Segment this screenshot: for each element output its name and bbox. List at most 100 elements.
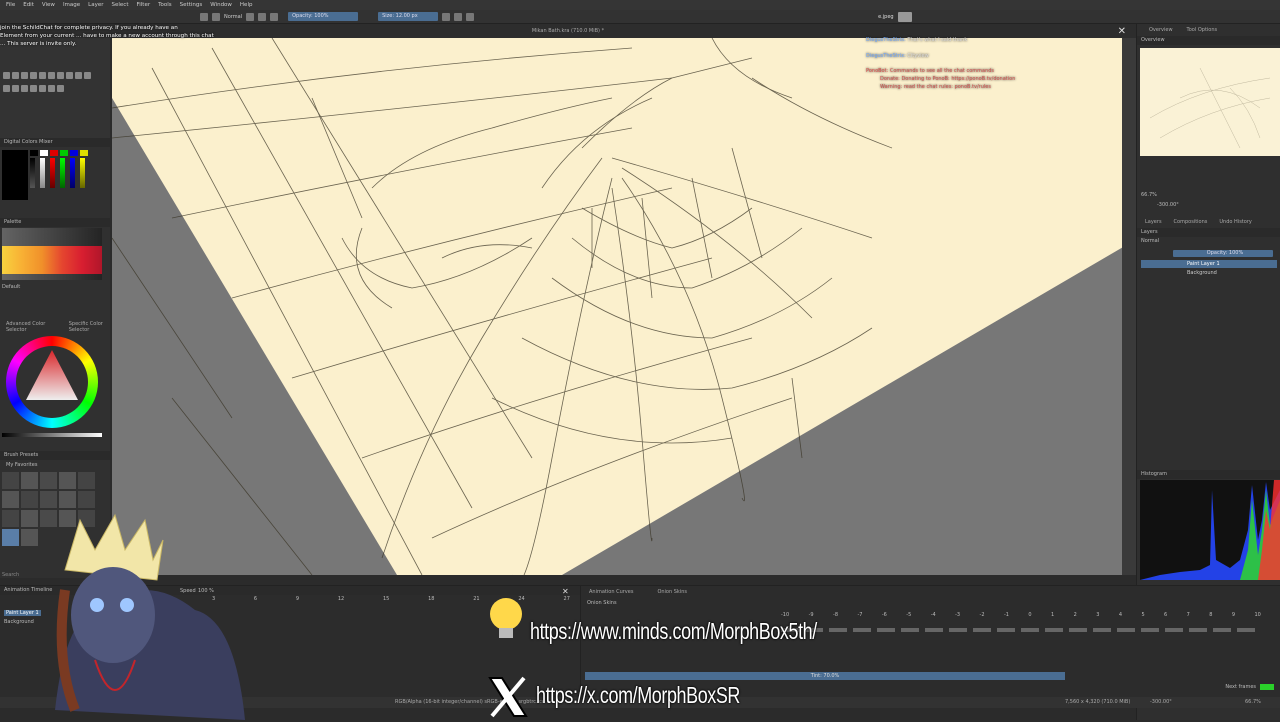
brush-preset[interactable] <box>21 510 38 527</box>
brush-preset[interactable] <box>21 529 38 546</box>
mirror-vertical-icon[interactable] <box>454 12 463 21</box>
reference-image-thumbnail[interactable] <box>897 11 912 22</box>
select-lasso-icon[interactable] <box>39 85 46 92</box>
tab-advanced-color-selector[interactable]: Advanced Color Selector <box>2 320 51 334</box>
size-slider[interactable]: Size: 12.00 px <box>378 12 439 21</box>
line-tool-icon[interactable] <box>12 72 19 79</box>
next-frames-color[interactable] <box>1260 684 1274 690</box>
menu-window[interactable]: Window <box>210 2 232 8</box>
brush-preset[interactable] <box>59 491 76 508</box>
tab-undo-history[interactable]: Undo History <box>1215 218 1255 226</box>
menu-tools[interactable]: Tools <box>158 2 172 8</box>
erase-icon[interactable] <box>246 12 255 21</box>
tint-slider[interactable]: Tint: 70.0% <box>585 672 1065 680</box>
mixer-swatch[interactable] <box>40 150 48 156</box>
ellipse-tool-icon[interactable] <box>30 72 37 79</box>
sketch-canvas[interactable] <box>112 38 1130 575</box>
mixer-slider[interactable] <box>40 158 45 188</box>
tab-compositions[interactable]: Compositions <box>1170 218 1212 226</box>
select-ellipse-icon[interactable] <box>30 85 37 92</box>
menu-image[interactable]: Image <box>63 2 80 8</box>
mixer-slider[interactable] <box>50 158 55 188</box>
brush-search-field[interactable]: Search <box>2 572 19 578</box>
brush-preset[interactable] <box>2 491 19 508</box>
tab-animation-curves[interactable]: Animation Curves <box>585 588 637 596</box>
menu-select[interactable]: Select <box>112 2 129 8</box>
tab-onion-skins[interactable]: Onion Skins <box>653 588 691 596</box>
menu-help[interactable]: Help <box>240 2 253 8</box>
gradient-icon[interactable] <box>212 12 220 21</box>
select-rect-icon[interactable] <box>21 85 28 92</box>
brush-preset-icon[interactable] <box>200 12 208 21</box>
mixer-slider[interactable] <box>30 158 35 188</box>
opacity-slider[interactable]: Opacity: 100% <box>288 12 359 21</box>
color-wheel[interactable] <box>6 336 98 428</box>
polygon-tool-icon[interactable] <box>39 72 46 79</box>
status-rotation[interactable]: -300.00° <box>1150 697 1172 708</box>
mixer-current-color[interactable] <box>2 150 28 200</box>
mixer-swatch[interactable] <box>50 150 58 156</box>
brush-preset[interactable] <box>40 491 57 508</box>
rectangle-tool-icon[interactable] <box>21 72 28 79</box>
layer-row[interactable]: Background <box>1141 269 1277 277</box>
pan-tool-icon[interactable] <box>57 85 64 92</box>
layer-opacity-slider[interactable]: Opacity: 100% <box>1173 250 1273 257</box>
close-timeline-icon[interactable]: ✕ <box>562 587 569 596</box>
menu-layer[interactable]: Layer <box>88 2 103 8</box>
mixer-slider[interactable] <box>80 158 85 188</box>
overview-rotation[interactable]: -300.00° <box>1157 202 1179 208</box>
brush-preset[interactable] <box>21 472 38 489</box>
picker-tool-icon[interactable] <box>12 85 19 92</box>
tab-specific-color-selector[interactable]: Specific Color Selector <box>65 320 110 334</box>
status-zoom[interactable]: 66.7% <box>1245 697 1261 708</box>
fill-tool-icon[interactable] <box>3 85 10 92</box>
wrap-icon[interactable] <box>466 12 475 21</box>
blend-mode-select[interactable]: Normal <box>224 14 242 20</box>
transform-tool-icon[interactable] <box>66 72 73 79</box>
brush-preset[interactable] <box>59 472 76 489</box>
brush-preset[interactable] <box>78 472 95 489</box>
zoom-tool-icon[interactable] <box>48 85 55 92</box>
color-triangle[interactable] <box>22 346 82 408</box>
menu-view[interactable]: View <box>42 2 55 8</box>
minds-link[interactable]: https://www.minds.com/MorphBox5th/ <box>530 618 817 645</box>
mixer-slider[interactable] <box>70 158 75 188</box>
brush-preset[interactable] <box>2 529 19 546</box>
x-link[interactable]: https://x.com/MorphBoxSR <box>536 682 740 709</box>
canvas-area[interactable] <box>112 38 1130 575</box>
path-tool-icon[interactable] <box>48 72 55 79</box>
mixer-slider[interactable] <box>60 158 65 188</box>
brush-preset[interactable] <box>40 472 57 489</box>
canvas-scrollbar[interactable] <box>1122 38 1130 575</box>
brush-preset[interactable] <box>78 491 95 508</box>
overview-zoom[interactable]: 66.7% <box>1141 192 1157 198</box>
text-tool-icon[interactable] <box>57 72 64 79</box>
brush-tool-icon[interactable] <box>3 72 10 79</box>
timeline-layer[interactable]: Paint Layer 1 <box>4 610 41 616</box>
crop-tool-icon[interactable] <box>84 72 91 79</box>
menu-edit[interactable]: Edit <box>23 2 34 8</box>
menu-filter[interactable]: Filter <box>136 2 150 8</box>
mixer-swatch[interactable] <box>30 150 38 156</box>
overview-thumbnail[interactable] <box>1140 48 1280 156</box>
move-tool-icon[interactable] <box>75 72 82 79</box>
menu-settings[interactable]: Settings <box>180 2 203 8</box>
mixer-swatch[interactable] <box>70 150 78 156</box>
brush-preset[interactable] <box>21 491 38 508</box>
brush-tag-select[interactable]: My Favorites <box>6 462 37 468</box>
timeline-layer[interactable]: Background <box>4 619 34 625</box>
mixer-swatch[interactable] <box>80 150 88 156</box>
mirror-horizontal-icon[interactable] <box>442 12 451 21</box>
palette-swatches[interactable] <box>2 246 102 274</box>
tab-overview[interactable]: Overview <box>1145 26 1177 34</box>
brush-preset[interactable] <box>2 472 19 489</box>
preserve-alpha-icon[interactable] <box>258 12 267 21</box>
layer-row-active[interactable]: Paint Layer 1 <box>1141 260 1277 268</box>
onion-opacity-bars[interactable] <box>781 628 1261 632</box>
menu-file[interactable]: File <box>6 2 15 8</box>
mixer-swatch[interactable] <box>60 150 68 156</box>
value-slider[interactable] <box>2 433 102 437</box>
brush-preset[interactable] <box>2 510 19 527</box>
tab-layers[interactable]: Layers <box>1141 218 1166 226</box>
tab-tool-options[interactable]: Tool Options <box>1183 26 1222 34</box>
